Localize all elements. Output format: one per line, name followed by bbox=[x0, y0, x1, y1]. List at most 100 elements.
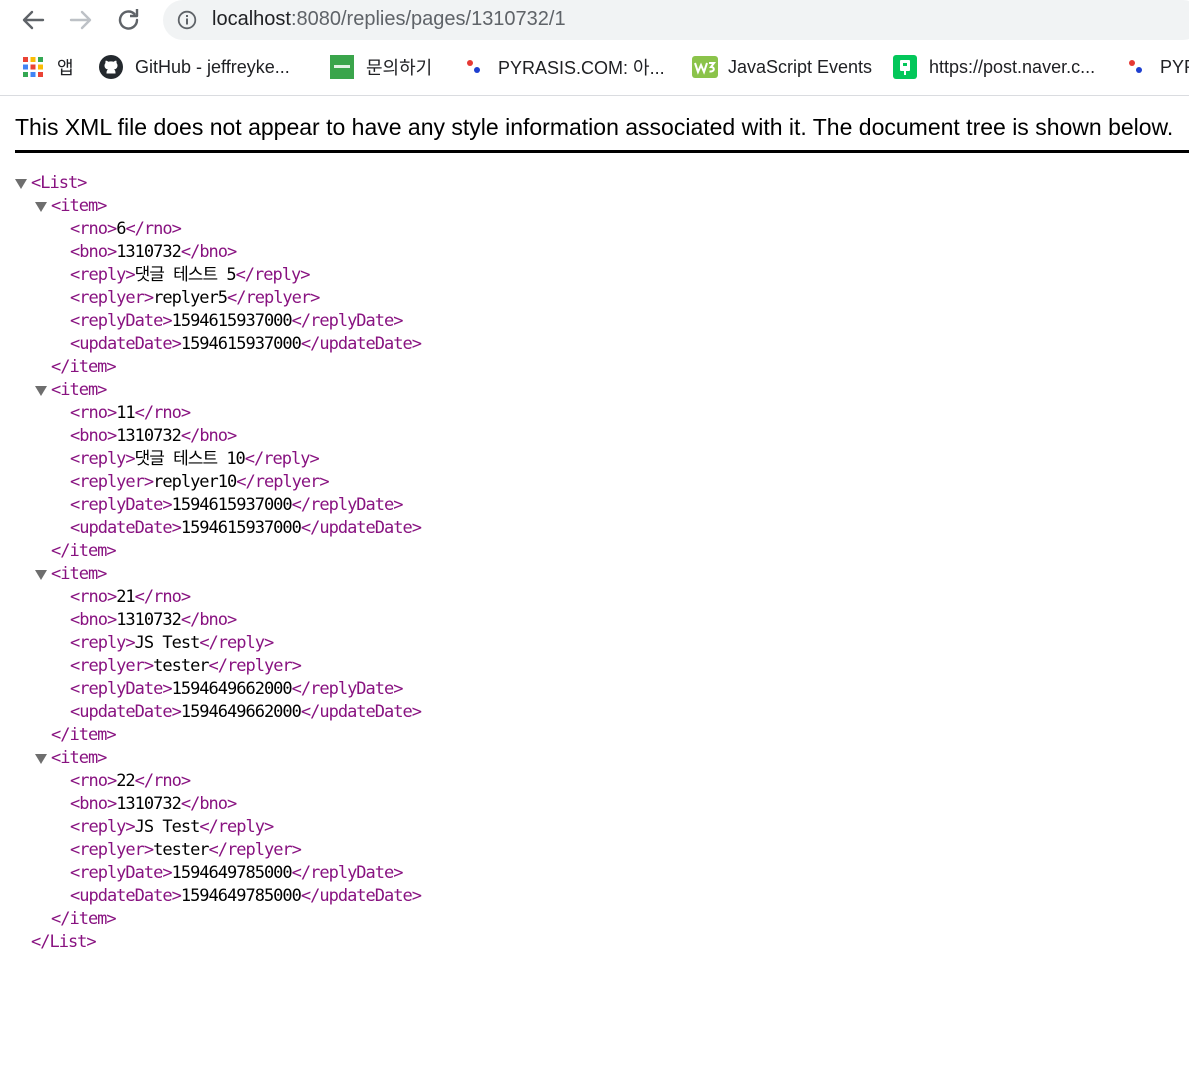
xml-close-tag: </item> bbox=[51, 541, 117, 561]
xml-value-bno: 1310732 bbox=[116, 242, 182, 262]
xml-value-updatedate: 1594649785000 bbox=[180, 886, 302, 906]
xml-close-tag: </item> bbox=[51, 909, 117, 929]
bookmark-label: GitHub - jeffreyke... bbox=[135, 56, 290, 77]
xml-close-tag: </rno> bbox=[134, 771, 191, 791]
xml-open-tag: <reply> bbox=[70, 265, 136, 285]
github-icon bbox=[99, 55, 123, 79]
address-bar[interactable]: localhost:8080/replies/pages/1310732/1 bbox=[163, 0, 1189, 40]
xml-open-tag: <reply> bbox=[70, 633, 136, 653]
bookmark-github[interactable]: GitHub - jeffreyke... bbox=[99, 53, 290, 81]
xml-close-tag: </rno> bbox=[134, 403, 191, 423]
xml-item-open: <item> bbox=[35, 747, 107, 770]
xml-field-replydate: <replyDate>1594649662000</replyDate> bbox=[70, 678, 403, 701]
xml-close-tag: </bno> bbox=[180, 426, 237, 446]
xml-field-replyer: <replyer>tester</replyer> bbox=[70, 655, 302, 678]
xml-item-open: <item> bbox=[35, 379, 107, 402]
xml-field-bno: <bno>1310732</bno> bbox=[70, 793, 237, 816]
xml-open-tag: <List> bbox=[31, 173, 87, 193]
xml-close-tag: </item> bbox=[51, 357, 117, 377]
xml-open-tag: <replyDate> bbox=[70, 679, 173, 699]
xml-item-close: </item> bbox=[51, 908, 117, 931]
expand-triangle-icon[interactable] bbox=[35, 386, 47, 396]
reload-icon bbox=[118, 9, 139, 30]
xml-open-tag: <replyDate> bbox=[70, 311, 173, 331]
xml-open-tag: <replyDate> bbox=[70, 495, 173, 515]
xml-open-tag: <replyer> bbox=[70, 472, 154, 492]
xml-value-reply: JS Test bbox=[134, 817, 201, 837]
xml-value-replydate: 1594649662000 bbox=[171, 679, 293, 699]
xml-close-tag: </reply> bbox=[199, 633, 274, 653]
xml-close-tag: </item> bbox=[51, 725, 117, 745]
bookmark-naver-post[interactable]: https://post.naver.c... bbox=[893, 53, 1095, 81]
xml-value-bno: 1310732 bbox=[116, 794, 182, 814]
xml-open-tag: <replyer> bbox=[70, 656, 154, 676]
back-button[interactable] bbox=[18, 6, 48, 34]
xml-open-tag: <bno> bbox=[70, 794, 117, 814]
xml-item-close: </item> bbox=[51, 540, 117, 563]
bookmark-apps[interactable]: 앱 bbox=[22, 53, 74, 81]
xml-open-tag: <updateDate> bbox=[70, 334, 182, 354]
bookmark-pyrasis-2[interactable]: PYR bbox=[1124, 53, 1189, 81]
reload-button[interactable] bbox=[114, 6, 144, 34]
xml-value-reply: 댓글 테스트 10 bbox=[134, 449, 246, 469]
bookmark-js-events[interactable]: JavaScript Events bbox=[692, 53, 872, 81]
xml-field-rno: <rno>22</rno> bbox=[70, 770, 191, 793]
xml-open-tag: <updateDate> bbox=[70, 518, 182, 538]
xml-open-tag: <rno> bbox=[70, 771, 117, 791]
xml-field-rno: <rno>21</rno> bbox=[70, 586, 191, 609]
xml-field-reply: <reply>댓글 테스트 5</reply> bbox=[70, 264, 310, 287]
xml-field-updatedate: <updateDate>1594615937000</updateDate> bbox=[70, 333, 422, 356]
xml-value-reply: 댓글 테스트 5 bbox=[134, 265, 237, 285]
xml-value-updatedate: 1594615937000 bbox=[180, 518, 302, 538]
xml-root-close: </List> bbox=[31, 931, 97, 954]
xml-value-rno: 22 bbox=[116, 771, 136, 791]
xml-field-rno: <rno>11</rno> bbox=[70, 402, 191, 425]
bookmark-label: https://post.naver.c... bbox=[929, 56, 1096, 77]
xml-value-rno: 21 bbox=[116, 587, 136, 607]
xml-value-replyer: replyer5 bbox=[153, 288, 228, 308]
expand-triangle-icon[interactable] bbox=[35, 570, 47, 580]
apps-grid-icon bbox=[22, 56, 44, 78]
xml-open-tag: <reply> bbox=[70, 817, 136, 837]
xml-open-tag: <rno> bbox=[70, 403, 117, 423]
xml-close-tag: </List> bbox=[31, 932, 97, 952]
xml-field-replydate: <replyDate>1594615937000</replyDate> bbox=[70, 494, 403, 517]
expand-triangle-icon[interactable] bbox=[35, 754, 47, 764]
arrow-left-icon bbox=[22, 10, 45, 30]
xml-field-replydate: <replyDate>1594615937000</replyDate> bbox=[70, 310, 403, 333]
xml-value-updatedate: 1594649662000 bbox=[180, 702, 302, 722]
xml-value-replyer: replyer10 bbox=[153, 472, 237, 492]
xml-close-tag: </updateDate> bbox=[300, 334, 422, 354]
xml-close-tag: </bno> bbox=[180, 794, 237, 814]
xml-close-tag: </bno> bbox=[180, 610, 237, 630]
bookmark-label: PYRASIS.COM: 아... bbox=[498, 58, 665, 78]
xml-close-tag: </replyer> bbox=[227, 288, 320, 308]
bookmark-label: 앱 bbox=[57, 58, 74, 78]
forward-button[interactable] bbox=[66, 6, 96, 34]
bookmark-label: 문의하기 bbox=[366, 58, 433, 78]
xml-field-replydate: <replyDate>1594649785000</replyDate> bbox=[70, 862, 403, 885]
toolbar-divider bbox=[0, 95, 1189, 96]
xml-open-tag: <item> bbox=[51, 748, 107, 768]
xml-value-bno: 1310732 bbox=[116, 426, 182, 446]
url-path: :8080/replies/pages/1310732/1 bbox=[290, 8, 566, 30]
xml-value-replydate: 1594615937000 bbox=[171, 311, 293, 331]
xml-value-replydate: 1594615937000 bbox=[171, 495, 293, 515]
xml-open-tag: <item> bbox=[51, 564, 107, 584]
xml-field-replyer: <replyer>tester</replyer> bbox=[70, 839, 302, 862]
xml-field-replyer: <replyer>replyer10</replyer> bbox=[70, 471, 330, 494]
xml-field-reply: <reply>JS Test</reply> bbox=[70, 632, 274, 655]
xml-item-open: <item> bbox=[35, 563, 107, 586]
xml-open-tag: <bno> bbox=[70, 426, 117, 446]
xml-close-tag: </reply> bbox=[199, 817, 274, 837]
xml-item-open: <item> bbox=[35, 195, 107, 218]
url-text[interactable]: localhost:8080/replies/pages/1310732/1 bbox=[212, 8, 566, 31]
expand-triangle-icon[interactable] bbox=[35, 202, 47, 212]
xml-field-reply: <reply>댓글 테스트 10</reply> bbox=[70, 448, 320, 471]
bookmark-inquiry[interactable]: 문의하기 bbox=[330, 53, 432, 81]
bookmark-label: JavaScript Events bbox=[728, 56, 873, 77]
xml-open-tag: <replyer> bbox=[70, 840, 154, 860]
expand-triangle-icon[interactable] bbox=[15, 179, 27, 189]
bookmark-pyrasis[interactable]: PYRASIS.COM: 아... bbox=[462, 53, 665, 81]
xml-close-tag: </replyer> bbox=[208, 840, 302, 860]
